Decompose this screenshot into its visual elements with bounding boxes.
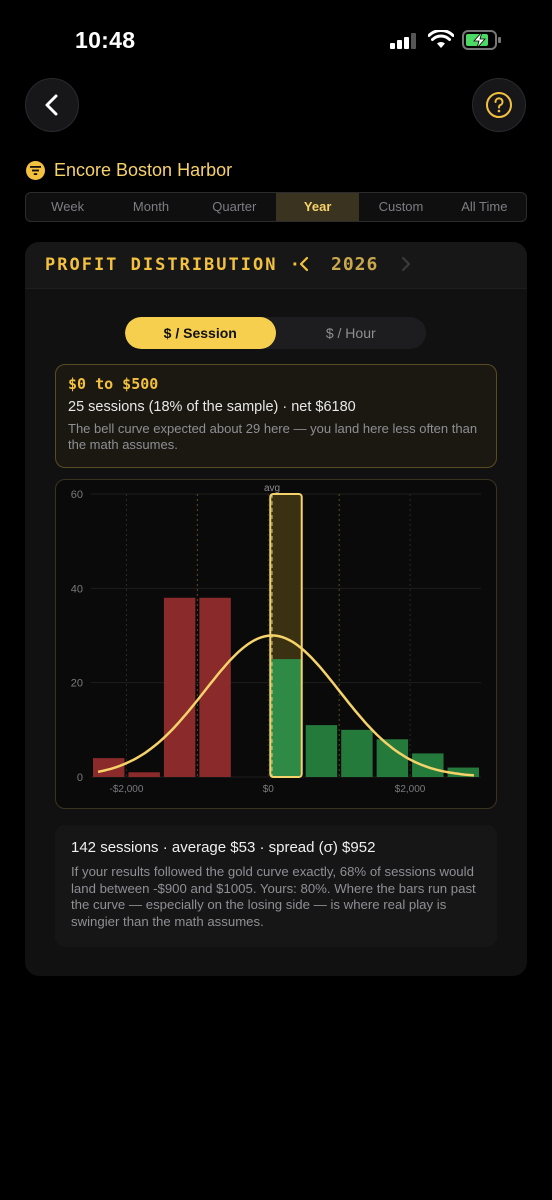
summary-body: If your results followed the gold curve … (71, 864, 476, 929)
tab-custom[interactable]: Custom (359, 193, 442, 221)
tab-year[interactable]: Year (275, 193, 360, 221)
x-tick-label: $0 (263, 784, 275, 795)
selected-bin-range: $0 to $500 (68, 375, 159, 393)
selected-bin-note: The bell curve expected about 29 here — … (68, 421, 478, 452)
y-tick-label: 60 (71, 489, 83, 501)
filter-list-icon (26, 161, 45, 180)
histogram-bar (93, 758, 125, 777)
histogram-bar (128, 772, 160, 777)
average-label: avg (264, 483, 280, 494)
histogram-bar (341, 729, 373, 777)
per-session-option[interactable]: $ / Session (125, 317, 276, 349)
card-title: PROFIT DISTRIBUTION · (45, 255, 302, 275)
histogram-bar (270, 659, 302, 777)
y-tick-label: 0 (77, 772, 83, 784)
battery-charging-icon (462, 30, 501, 50)
cellular-signal-icon (390, 33, 416, 49)
summary-headline: 142 sessions · average $53 · spread (σ) … (71, 839, 376, 856)
next-year-button[interactable] (399, 253, 413, 275)
period-tabs: Week Month Quarter Year Custom All Time (25, 192, 527, 222)
x-tick-label: -$2,000 (109, 784, 143, 795)
status-time: 10:48 (75, 27, 136, 53)
histogram-bar (376, 739, 409, 777)
tab-month[interactable]: Month (109, 193, 192, 221)
back-button[interactable] (25, 78, 79, 132)
tab-week[interactable]: Week (26, 193, 109, 221)
status-bar: 10:48 (0, 0, 552, 80)
venue-selector[interactable]: Encore Boston Harbor (26, 160, 232, 181)
card-header: PROFIT DISTRIBUTION · 2026 (25, 242, 527, 289)
venue-name: Encore Boston Harbor (54, 160, 233, 180)
wifi-icon (428, 30, 454, 48)
histogram-bar (163, 597, 196, 777)
metric-toggle: $ / Session $ / Hour (125, 317, 426, 349)
y-tick-label: 20 (71, 678, 83, 690)
histogram-bar (305, 725, 338, 777)
help-button[interactable] (472, 78, 526, 132)
year-label: 2026 (331, 254, 379, 275)
y-tick-label: 40 (71, 583, 83, 595)
selected-bin-info: $0 to $500 25 sessions (18% of the sampl… (55, 364, 497, 468)
tab-quarter[interactable]: Quarter (193, 193, 276, 221)
chevron-left-icon (45, 94, 58, 116)
profit-distribution-card: PROFIT DISTRIBUTION · 2026 $ / Session $… (25, 242, 527, 976)
tab-all-time[interactable]: All Time (443, 193, 526, 221)
selected-bin-detail: 25 sessions (18% of the sample) · net $6… (68, 399, 356, 415)
previous-year-button[interactable] (297, 253, 311, 275)
x-tick-label: $2,000 (395, 784, 426, 795)
question-mark-icon (486, 92, 512, 118)
distribution-chart-frame: 0 20 40 60 avg -$2,000 $0 $2,000 (55, 479, 497, 809)
histogram-bar (199, 597, 231, 777)
summary-panel: 142 sessions · average $53 · spread (σ) … (55, 825, 497, 947)
histogram-bar (412, 753, 444, 777)
per-hour-option[interactable]: $ / Hour (276, 317, 427, 349)
distribution-chart: 0 20 40 60 avg -$2,000 $0 $2,000 (71, 483, 481, 795)
